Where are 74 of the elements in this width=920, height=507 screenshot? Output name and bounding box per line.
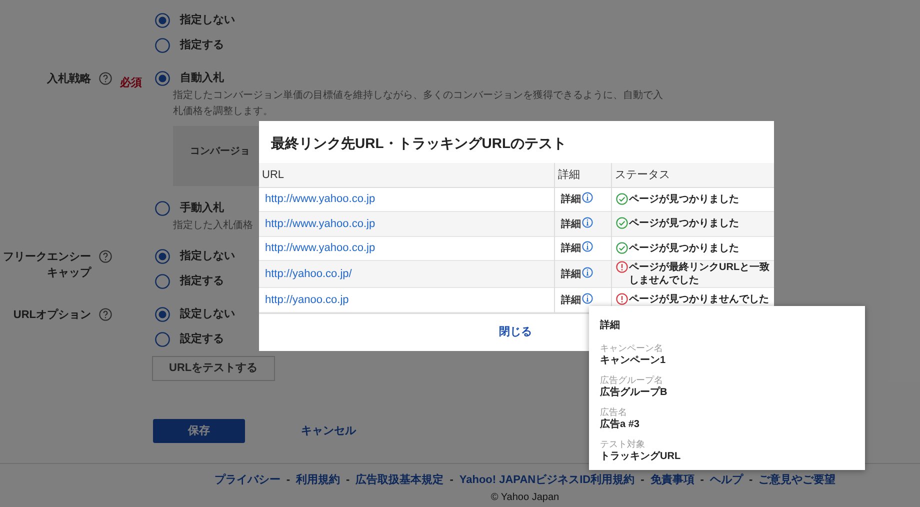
footer-link[interactable]: 広告取扱基本規定 bbox=[356, 472, 444, 488]
panel-text: コンバージョ bbox=[190, 146, 250, 157]
radio-label: 設定しない bbox=[180, 306, 235, 322]
link-separator: - bbox=[286, 473, 290, 488]
radio-label: 設定する bbox=[180, 332, 224, 348]
radio-button[interactable] bbox=[155, 71, 170, 86]
radio-button[interactable] bbox=[155, 332, 170, 347]
radio-button[interactable] bbox=[155, 307, 170, 322]
status-text: ページが見つかりました bbox=[629, 217, 740, 230]
field-label: キャンペーン名 bbox=[600, 342, 664, 354]
info-icon[interactable] bbox=[582, 241, 594, 252]
url-link[interactable]: http://www.yahoo.co.jp bbox=[259, 212, 555, 236]
radio-label: 自動入札 bbox=[180, 70, 224, 86]
url-link[interactable]: http://www.yahoo.co.jp bbox=[259, 236, 555, 260]
info-icon[interactable] bbox=[582, 292, 594, 304]
footer-link[interactable]: Yahoo! JAPANビジネスID利用規約 bbox=[459, 472, 635, 488]
detail-label: 詳細 bbox=[561, 192, 582, 207]
footer-link[interactable]: ヘルプ bbox=[710, 472, 743, 488]
info-icon[interactable] bbox=[582, 192, 594, 203]
footer-link[interactable]: 利用規約 bbox=[296, 472, 340, 488]
popover-title: 詳細 bbox=[600, 318, 621, 333]
test-url-button[interactable]: URLをテストする bbox=[152, 356, 275, 381]
column-header: 詳細 bbox=[554, 163, 612, 187]
field-value: 広告グループB bbox=[600, 386, 668, 400]
radio-button[interactable] bbox=[155, 201, 170, 216]
cancel-link[interactable]: キャンセル bbox=[301, 422, 356, 440]
status-text: ページが見つかりませんでした bbox=[629, 293, 770, 306]
radio-button[interactable] bbox=[155, 13, 170, 28]
field-label: 入札戦略 bbox=[46, 72, 91, 87]
footer-link[interactable]: プライバシー bbox=[214, 472, 280, 488]
column-header: ステータス bbox=[612, 163, 774, 187]
link-separator: - bbox=[640, 473, 644, 488]
footer-link[interactable]: 免責事項 bbox=[650, 472, 694, 488]
radio-label: 指定しない bbox=[180, 248, 235, 264]
radio-label: 指定する bbox=[180, 38, 224, 54]
option-description: 指定した入札価格 bbox=[173, 218, 253, 233]
detail-label: 詳細 bbox=[561, 294, 582, 308]
radio-label: 手動入札 bbox=[180, 200, 224, 216]
info-icon[interactable] bbox=[582, 216, 594, 228]
url-link[interactable]: http://yanoo.co.jp bbox=[259, 288, 555, 312]
save-button[interactable]: 保存 bbox=[153, 419, 245, 443]
detail-label: 詳細 bbox=[561, 268, 582, 282]
url-link[interactable]: http://www.yahoo.co.jp bbox=[259, 187, 555, 212]
field-label: URLオプション bbox=[12, 308, 91, 323]
dialog-title: 最終リンク先URL・トラッキングURLのテスト bbox=[270, 134, 568, 153]
radio-button[interactable] bbox=[155, 274, 170, 289]
field-label: テスト対象 bbox=[600, 438, 646, 450]
required-label: 必須 bbox=[120, 77, 142, 89]
detail-label: 詳細 bbox=[561, 242, 582, 256]
copyright: © Yahoo Japan bbox=[490, 490, 560, 504]
link-separator: - bbox=[346, 473, 350, 488]
footer-link[interactable]: ご意見やご要望 bbox=[758, 472, 836, 488]
status-text: ページが見つかりました bbox=[629, 192, 740, 206]
close-link[interactable]: 閉じる bbox=[499, 324, 532, 340]
radio-label: 指定する bbox=[180, 274, 224, 290]
field-value: トラッキングURL bbox=[600, 450, 682, 464]
detail-label: 詳細 bbox=[561, 218, 582, 232]
radio-label: 指定しない bbox=[180, 12, 235, 28]
field-value: 広告a #3 bbox=[600, 418, 640, 432]
url-link[interactable]: http://yahoo.co.jp/ bbox=[259, 260, 555, 288]
status-text: ページが見つかりました bbox=[629, 242, 740, 255]
link-separator: - bbox=[700, 473, 704, 488]
field-label: フリークエンシーキャップ bbox=[2, 250, 91, 281]
field-label: 広告グループ名 bbox=[600, 374, 664, 386]
info-icon[interactable] bbox=[582, 266, 594, 278]
radio-button[interactable] bbox=[155, 249, 170, 264]
field-label: 広告名 bbox=[600, 406, 628, 418]
link-separator: - bbox=[450, 473, 454, 488]
field-value: キャンペーン1 bbox=[600, 354, 667, 368]
column-header: URL bbox=[259, 163, 555, 187]
link-separator: - bbox=[748, 473, 753, 488]
radio-button[interactable] bbox=[155, 38, 170, 53]
status-text: ページが最終リンクURLと一致しませんでした bbox=[629, 261, 770, 287]
option-description: 指定したコンバージョン単価の目標値を維持しながら、多くのコンバージョンを獲得できるように、自動で入札価格を調整します。 bbox=[173, 88, 664, 119]
